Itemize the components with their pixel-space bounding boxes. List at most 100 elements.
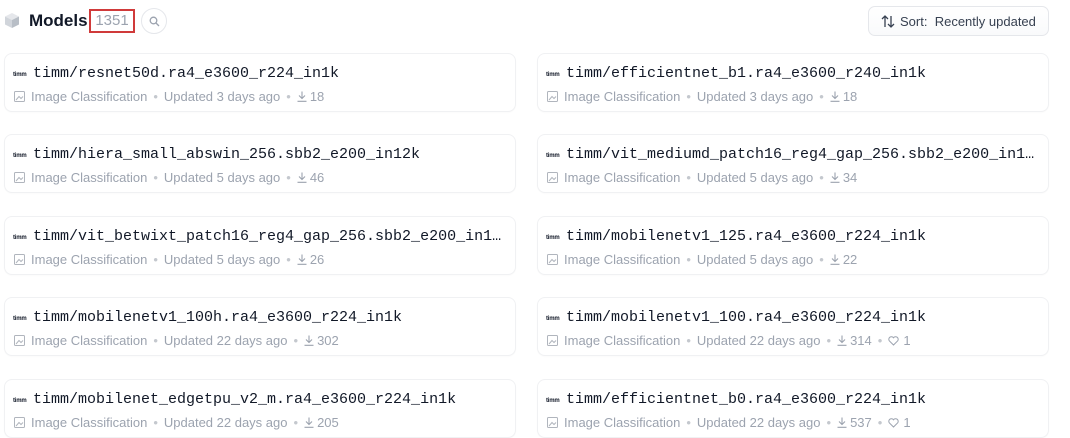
separator-dot: • [286, 252, 291, 267]
model-task: Image Classification [564, 170, 681, 185]
image-classification-icon [547, 417, 558, 428]
model-downloads: 205 [317, 415, 339, 430]
sort-button[interactable]: Sort: Recently updated [868, 6, 1049, 36]
model-card[interactable]: timm timm/mobilenet_edgetpu_v2_m.ra4_e36… [4, 379, 516, 438]
sort-arrows-icon [881, 15, 895, 28]
model-name[interactable]: timm/efficientnet_b0.ra4_e3600_r224_in1k [566, 391, 1040, 408]
model-meta: Image Classification • Updated 3 days ag… [14, 89, 324, 104]
search-button[interactable] [141, 8, 167, 34]
model-name[interactable]: timm/efficientnet_b1.ra4_e3600_r240_in1k [566, 65, 1040, 82]
model-meta: Image Classification • Updated 5 days ag… [14, 252, 324, 267]
separator-dot: • [286, 89, 291, 104]
separator-dot: • [286, 170, 291, 185]
org-logo: timm [13, 235, 27, 241]
model-card[interactable]: timm timm/resnet50d.ra4_e3600_r224_in1k … [4, 53, 516, 112]
model-downloads: 18 [842, 89, 858, 104]
separator-dot: • [877, 333, 883, 348]
model-name[interactable]: timm/vit_betwixt_patch16_reg4_gap_256.sb… [33, 228, 507, 245]
model-name[interactable]: timm/hiera_small_abswin_256.sbb2_e200_in… [33, 146, 507, 163]
model-task: Image Classification [564, 415, 681, 430]
model-task: Image Classification [31, 252, 148, 267]
image-classification-icon [547, 172, 558, 183]
model-meta: Image Classification • Updated 3 days ag… [547, 89, 857, 104]
model-downloads: 46 [309, 170, 325, 185]
model-name[interactable]: timm/mobilenetv1_100h.ra4_e3600_r224_in1… [33, 309, 507, 326]
model-card[interactable]: timm timm/mobilenetv1_100h.ra4_e3600_r22… [4, 297, 516, 356]
download-icon [297, 91, 307, 102]
model-name[interactable]: timm/resnet50d.ra4_e3600_r224_in1k [33, 65, 507, 82]
model-card[interactable]: timm timm/efficientnet_b0.ra4_e3600_r224… [537, 379, 1049, 438]
separator-dot: • [153, 170, 158, 185]
sort-label: Sort: Recently updated [900, 14, 1036, 29]
image-classification-icon [547, 254, 558, 265]
model-updated: Updated 3 days ago [696, 89, 814, 104]
model-likes: 1 [903, 333, 911, 348]
image-classification-icon [14, 254, 25, 265]
model-meta: Image Classification • Updated 22 days a… [547, 333, 911, 348]
download-icon [297, 254, 307, 265]
model-downloads: 537 [850, 415, 872, 430]
separator-dot: • [153, 333, 158, 348]
model-updated: Updated 5 days ago [696, 170, 814, 185]
image-classification-icon [547, 335, 558, 346]
separator-dot: • [686, 252, 691, 267]
model-updated: Updated 5 days ago [163, 170, 281, 185]
model-name[interactable]: timm/vit_mediumd_patch16_reg4_gap_256.sb… [566, 146, 1040, 163]
model-downloads: 302 [317, 333, 339, 348]
image-classification-icon [14, 172, 25, 183]
org-logo: timm [13, 316, 27, 322]
download-icon [830, 172, 840, 183]
model-task: Image Classification [564, 89, 681, 104]
model-downloads: 22 [842, 252, 858, 267]
model-meta: Image Classification • Updated 5 days ag… [547, 170, 857, 185]
download-icon [304, 417, 314, 428]
image-classification-icon [547, 91, 558, 102]
image-classification-icon [14, 417, 25, 428]
model-card[interactable]: timm timm/vit_betwixt_patch16_reg4_gap_2… [4, 216, 516, 275]
separator-dot: • [153, 252, 158, 267]
org-logo: timm [546, 235, 560, 241]
model-updated: Updated 22 days ago [696, 415, 821, 430]
model-card[interactable]: timm timm/mobilenetv1_125.ra4_e3600_r224… [537, 216, 1049, 275]
model-updated: Updated 5 days ago [163, 252, 281, 267]
model-downloads: 34 [842, 170, 858, 185]
model-updated: Updated 22 days ago [696, 333, 821, 348]
separator-dot: • [826, 415, 832, 430]
download-icon [837, 335, 847, 346]
separator-dot: • [686, 333, 691, 348]
model-downloads: 314 [850, 333, 872, 348]
org-logo: timm [13, 398, 27, 404]
separator-dot: • [153, 89, 158, 104]
org-logo: timm [546, 316, 560, 322]
org-logo: timm [13, 72, 27, 78]
separator-dot: • [819, 89, 824, 104]
org-logo: timm [546, 72, 560, 78]
model-card[interactable]: timm timm/efficientnet_b1.ra4_e3600_r240… [537, 53, 1049, 112]
model-likes: 1 [903, 415, 911, 430]
model-name[interactable]: timm/mobilenetv1_125.ra4_e3600_r224_in1k [566, 228, 1040, 245]
org-logo: timm [13, 153, 27, 159]
separator-dot: • [819, 170, 824, 185]
separator-dot: • [819, 252, 824, 267]
model-downloads: 26 [309, 252, 325, 267]
org-logo: timm [546, 398, 560, 404]
model-count: 1351 [89, 9, 135, 33]
model-card[interactable]: timm timm/mobilenetv1_100.ra4_e3600_r224… [537, 297, 1049, 356]
model-task: Image Classification [31, 170, 148, 185]
model-card[interactable]: timm timm/vit_mediumd_patch16_reg4_gap_2… [537, 134, 1049, 193]
separator-dot: • [826, 333, 832, 348]
separator-dot: • [686, 170, 691, 185]
download-icon [830, 254, 840, 265]
model-updated: Updated 22 days ago [163, 415, 288, 430]
model-name[interactable]: timm/mobilenetv1_100.ra4_e3600_r224_in1k [566, 309, 1040, 326]
model-task: Image Classification [31, 415, 148, 430]
separator-dot: • [293, 415, 299, 430]
model-task: Image Classification [564, 252, 681, 267]
model-name[interactable]: timm/mobilenet_edgetpu_v2_m.ra4_e3600_r2… [33, 391, 507, 408]
model-card[interactable]: timm timm/hiera_small_abswin_256.sbb2_e2… [4, 134, 516, 193]
heart-icon [888, 335, 899, 346]
image-classification-icon [14, 91, 25, 102]
model-meta: Image Classification • Updated 5 days ag… [14, 170, 324, 185]
download-icon [304, 335, 314, 346]
image-classification-icon [14, 335, 25, 346]
